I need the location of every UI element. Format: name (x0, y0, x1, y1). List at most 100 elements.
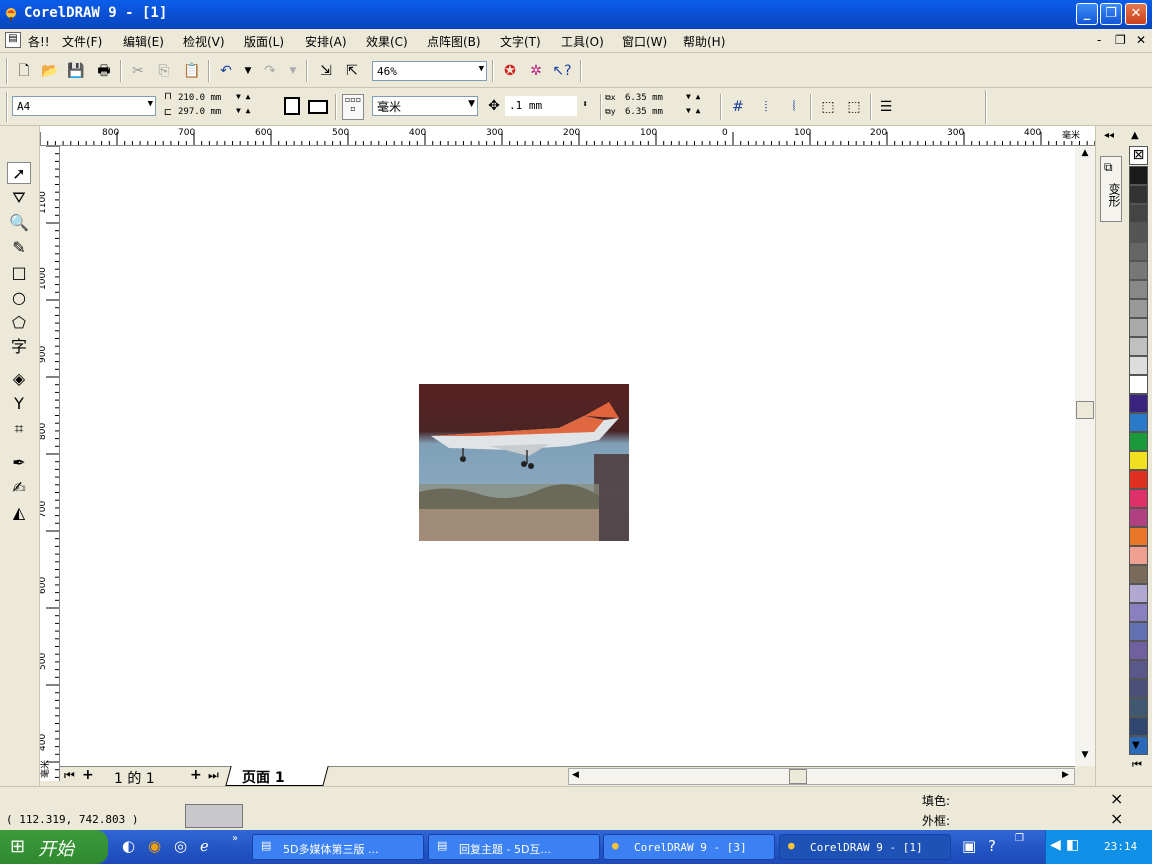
color-swatch[interactable] (1129, 356, 1148, 375)
last-page-icon[interactable]: ⏭ (208, 768, 219, 783)
menu-item-bitmaps[interactable]: 点阵图(B) (427, 33, 481, 50)
color-swatch[interactable] (1129, 185, 1148, 204)
palette-scroll-down-icon[interactable]: ▼ (1132, 740, 1140, 751)
horizontal-scrollbar[interactable]: ◀ ▶ (568, 768, 1075, 785)
tray-network-icon[interactable]: ◧ (1066, 837, 1079, 853)
no-color-swatch[interactable]: ⊠ (1129, 146, 1148, 165)
menu-item-ge[interactable]: 各!! (28, 33, 50, 50)
whats-this-launcher-icon[interactable]: ✲ (526, 61, 546, 81)
nudge-field[interactable]: .1 mm (505, 96, 577, 116)
interactive-fill-tool-icon[interactable]: ◈ (7, 368, 31, 390)
color-swatch[interactable] (1129, 318, 1148, 337)
menu-item-edit[interactable]: 编辑(E) (123, 33, 164, 50)
draw-selection-icon[interactable]: ⬚ (844, 97, 864, 117)
quicklaunch-more-icon[interactable]: » (232, 833, 238, 844)
color-swatch[interactable] (1129, 337, 1148, 356)
menu-item-text[interactable]: 文字(T) (500, 33, 541, 50)
coreldraw-app-icon[interactable] (4, 7, 18, 21)
page-height-field[interactable]: 297.0 mm (178, 107, 221, 117)
dup-x-spinner[interactable]: ▼ ▲ (686, 92, 700, 101)
tray-restore-icon[interactable]: ❐ (1015, 833, 1024, 844)
zoom-tool-icon[interactable]: 🔍 (7, 212, 31, 234)
undo-icon[interactable]: ↶ (216, 61, 236, 81)
scroll-right-icon[interactable]: ▶ (1062, 770, 1069, 780)
zoom-level-combo[interactable]: 46% ▼ (372, 61, 487, 81)
menu-item-layout[interactable]: 版面(L) (244, 33, 284, 50)
color-swatch[interactable] (1129, 717, 1148, 736)
height-spinner[interactable]: ▼ ▲ (236, 106, 250, 115)
color-swatch[interactable] (1129, 698, 1148, 717)
landscape-button[interactable] (308, 100, 328, 114)
redo-icon[interactable]: ↷ (260, 61, 280, 81)
menu-item-view[interactable]: 检视(V) (183, 33, 225, 50)
fill-none-icon[interactable]: ⨯ (1110, 789, 1123, 808)
color-swatch[interactable] (1129, 546, 1148, 565)
import-icon[interactable]: ⇲ (316, 61, 336, 81)
scroll-left-icon[interactable]: ◀ (572, 770, 579, 780)
color-swatch[interactable] (1129, 299, 1148, 318)
nudge-spinner[interactable]: ⬍ (582, 99, 588, 110)
color-swatch[interactable] (1129, 470, 1148, 489)
scroll-up-icon[interactable]: ▲ (1077, 148, 1093, 162)
color-swatch[interactable] (1129, 261, 1148, 280)
palette-expand-icon[interactable]: ⏮ (1132, 758, 1142, 772)
new-icon[interactable]: 🗋 (14, 61, 34, 81)
color-swatch[interactable] (1129, 508, 1148, 527)
tray-app-icon-1[interactable]: ▣ (962, 837, 976, 855)
polygon-tool-icon[interactable]: ⬠ (7, 312, 31, 334)
page-width-field[interactable]: 210.0 mm (178, 93, 221, 103)
vertical-ruler[interactable]: 1100 1000 900 800 700 600 500 400 毫米 (40, 146, 60, 781)
color-swatch[interactable] (1129, 375, 1148, 394)
scroll-down-icon[interactable]: ▼ (1077, 750, 1093, 764)
color-swatch[interactable] (1129, 565, 1148, 584)
color-swatch[interactable] (1129, 603, 1148, 622)
text-tool-icon[interactable]: 字 (7, 336, 31, 358)
document-icon[interactable]: ▤ (5, 32, 21, 48)
add-page-before-icon[interactable]: + (82, 767, 94, 783)
duplicate-y-field[interactable]: 6.35 mm (625, 107, 663, 117)
outline-none-icon[interactable]: ⨯ (1110, 809, 1123, 828)
paste-icon[interactable]: 📋 (182, 61, 202, 81)
pick-tool-icon[interactable]: ➚ (7, 162, 31, 184)
jet-fighter-bitmap[interactable] (419, 384, 629, 541)
minimize-button[interactable]: _ (1076, 3, 1098, 25)
menu-item-window[interactable]: 窗口(W) (622, 33, 667, 50)
menu-item-effects[interactable]: 效果(C) (366, 33, 408, 50)
task-5d-multimedia[interactable]: ▤ 5D多媒体第三版 ... (252, 834, 424, 860)
hscroll-thumb[interactable] (789, 769, 807, 784)
first-page-icon[interactable]: ⏮ (64, 768, 75, 783)
corel-online-icon[interactable]: ✪ (500, 61, 520, 81)
help-pointer-icon[interactable]: ↖? (552, 61, 572, 81)
snap-to-grid-icon[interactable]: # (728, 97, 748, 117)
color-swatch[interactable] (1129, 204, 1148, 223)
fill-tool-icon[interactable]: ◭ (7, 502, 31, 524)
color-swatch[interactable] (1129, 166, 1148, 185)
tray-expand-icon[interactable]: ◀ (1050, 837, 1061, 853)
treat-as-filled-icon[interactable]: ⬚ (818, 97, 838, 117)
start-button[interactable]: ⊞ 开始 (0, 830, 108, 864)
horizontal-ruler[interactable]: 800 700 600 500 400 300 200 100 0 100 20… (40, 126, 1095, 146)
doc-minimize-button[interactable]: - (1097, 33, 1101, 47)
menu-item-tools[interactable]: 工具(O) (561, 33, 604, 50)
open-folder-icon[interactable]: 📂 (40, 61, 60, 81)
transparency-tool-icon[interactable]: Y (7, 393, 31, 415)
menu-item-arrange[interactable]: 安排(A) (305, 33, 347, 50)
scroll-thumb[interactable] (1076, 401, 1094, 419)
blend-tool-icon[interactable]: ⌗ (7, 418, 31, 440)
options-icon[interactable]: ☰ (876, 97, 896, 117)
doc-close-button[interactable]: ✕ (1136, 33, 1146, 47)
print-icon[interactable]: 🖶 (94, 61, 114, 81)
copy-icon[interactable]: ⎘ (154, 61, 174, 81)
ellipse-tool-icon[interactable]: ○ (7, 287, 31, 309)
color-swatch[interactable] (1129, 679, 1148, 698)
units-combo[interactable]: 毫米 ▼ (372, 96, 478, 116)
color-swatch[interactable] (1129, 432, 1148, 451)
snap-to-guidelines-icon[interactable]: ⦙ (756, 97, 776, 117)
color-swatch[interactable] (1129, 584, 1148, 603)
paper-size-combo[interactable]: A4 ▼ (12, 96, 156, 116)
menu-item-file[interactable]: 文件(F) (62, 33, 102, 50)
outline-tool-icon[interactable]: ✍ (7, 477, 31, 499)
internet-explorer-icon[interactable]: ℯ (200, 837, 209, 855)
page-layout-icon[interactable]: ▫▫▫ ▫ (342, 94, 364, 120)
quicklaunch-icon-2[interactable]: ◉ (148, 837, 161, 855)
